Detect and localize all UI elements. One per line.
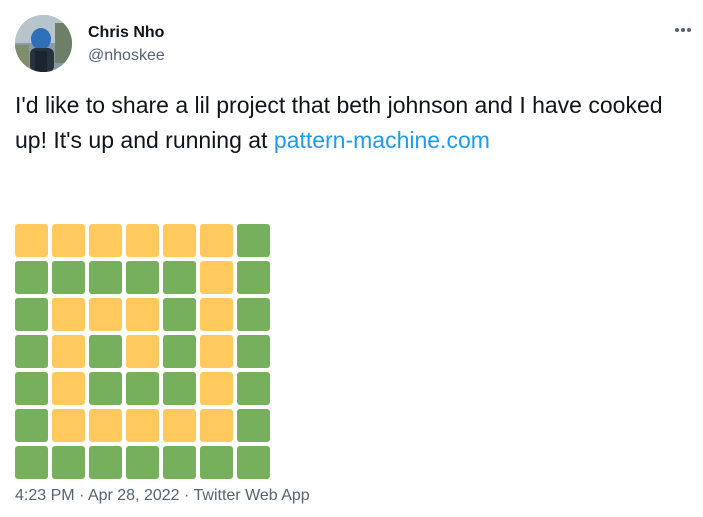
- grid-cell: [163, 298, 196, 331]
- grid-cell: [89, 446, 122, 479]
- grid-cell: [237, 409, 270, 442]
- grid-cell: [200, 409, 233, 442]
- grid-cell: [237, 335, 270, 368]
- tweet-text: I'd like to share a lil project that bet…: [15, 88, 675, 158]
- tweet-link[interactable]: pattern-machine.com: [274, 127, 490, 153]
- grid-cell: [89, 409, 122, 442]
- grid-cell: [237, 224, 270, 257]
- grid-cell: [163, 261, 196, 294]
- grid-cell: [89, 224, 122, 257]
- grid-cell: [163, 224, 196, 257]
- grid-cell: [89, 372, 122, 405]
- pattern-grid-image[interactable]: [15, 224, 270, 479]
- grid-cell: [163, 372, 196, 405]
- grid-cell: [15, 261, 48, 294]
- grid-cell: [52, 224, 85, 257]
- grid-cell: [126, 298, 159, 331]
- grid-cell: [237, 261, 270, 294]
- grid-cell: [15, 409, 48, 442]
- grid-cell: [237, 372, 270, 405]
- tweet-time[interactable]: 4:23 PM: [15, 487, 75, 504]
- grid-cell: [126, 372, 159, 405]
- grid-cell: [52, 261, 85, 294]
- display-name[interactable]: Chris Nho: [88, 23, 164, 43]
- grid-cell: [200, 335, 233, 368]
- grid-cell: [15, 224, 48, 257]
- grid-cell: [126, 446, 159, 479]
- grid-cell: [52, 409, 85, 442]
- avatar-photo: [15, 15, 72, 72]
- user-handle[interactable]: @nhoskee: [88, 46, 165, 66]
- grid-cell: [89, 261, 122, 294]
- grid-cell: [200, 372, 233, 405]
- grid-cell: [126, 409, 159, 442]
- grid-cell: [15, 446, 48, 479]
- more-horizontal-icon: [675, 28, 691, 32]
- meta-separator: ·: [74, 487, 88, 504]
- grid-cell: [52, 372, 85, 405]
- grid-cell: [52, 335, 85, 368]
- tweet-source[interactable]: Twitter Web App: [194, 487, 310, 504]
- meta-separator: ·: [179, 487, 194, 504]
- grid-cell: [200, 224, 233, 257]
- grid-cell: [200, 298, 233, 331]
- grid-cell: [52, 298, 85, 331]
- grid-cell: [126, 224, 159, 257]
- grid-cell: [126, 261, 159, 294]
- grid-cell: [237, 298, 270, 331]
- tweet-date[interactable]: Apr 28, 2022: [88, 487, 180, 504]
- avatar[interactable]: [15, 15, 72, 72]
- grid-cell: [89, 335, 122, 368]
- grid-cell: [52, 446, 85, 479]
- more-options-button[interactable]: [668, 18, 698, 42]
- grid-cell: [163, 409, 196, 442]
- grid-cell: [200, 446, 233, 479]
- grid-cell: [15, 335, 48, 368]
- grid-cell: [15, 372, 48, 405]
- tweet-meta: 4:23 PM · Apr 28, 2022 · Twitter Web App: [15, 486, 310, 506]
- grid-cell: [15, 298, 48, 331]
- grid-cell: [89, 298, 122, 331]
- grid-cell: [163, 446, 196, 479]
- grid-cell: [163, 335, 196, 368]
- grid-cell: [237, 446, 270, 479]
- grid-cell: [200, 261, 233, 294]
- grid-cell: [126, 335, 159, 368]
